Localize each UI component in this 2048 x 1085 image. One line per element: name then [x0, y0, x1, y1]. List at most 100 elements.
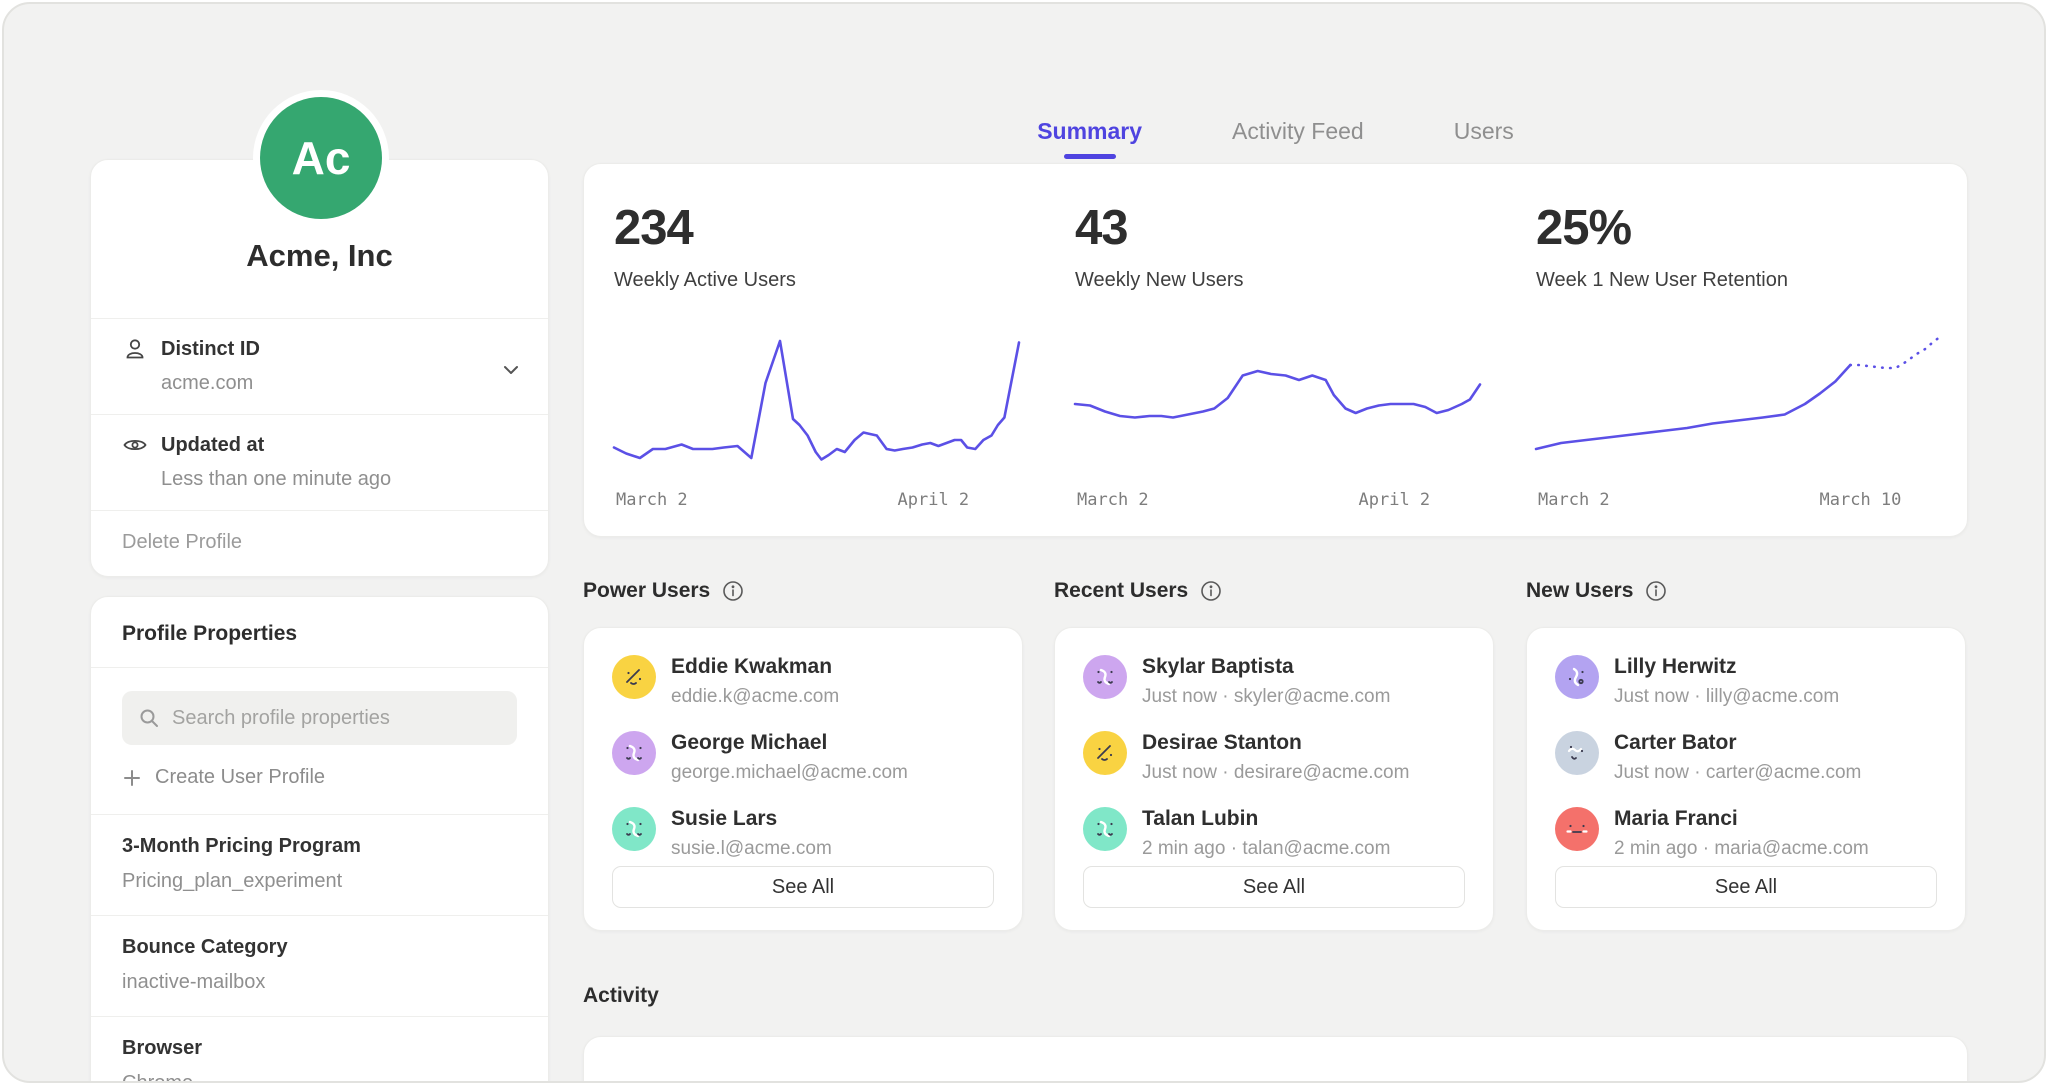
user-row[interactable]: Lilly Herwitz Just now · lilly@acme.com — [1555, 655, 1937, 708]
user-row[interactable]: George Michael george.michael@acme.com — [612, 731, 994, 784]
avatar — [1083, 807, 1127, 851]
stat-label: Weekly Active Users — [614, 269, 1045, 292]
profile-properties-title: Profile Properties — [91, 597, 548, 668]
user-row[interactable]: Eddie Kwakman eddie.k@acme.com — [612, 655, 994, 708]
user-name: Eddie Kwakman — [671, 655, 839, 679]
user-row[interactable]: Carter Bator Just now · carter@acme.com — [1555, 731, 1937, 784]
user-meta: 2 min ago · maria@acme.com — [1614, 838, 1869, 860]
search-input[interactable] — [172, 707, 501, 730]
x-tick: April 2 — [1359, 490, 1431, 510]
user-row[interactable]: Talan Lubin 2 min ago · talan@acme.com — [1083, 807, 1465, 860]
profile-properties-card: Profile Properties Create User Profile 3… — [90, 596, 549, 1083]
list-title: Power Users — [583, 579, 710, 603]
user-name: Lilly Herwitz — [1614, 655, 1839, 679]
recent-users-section: Recent Users Skylar Baptista Just now · … — [1054, 579, 1494, 931]
avatar-face-icon — [619, 814, 649, 844]
field-value: acme.com — [161, 372, 520, 395]
avatar — [1555, 807, 1599, 851]
user-meta: susie.l@acme.com — [671, 838, 832, 860]
activity-stat: 3.4k — [1506, 1037, 1967, 1083]
avatar — [1083, 655, 1127, 699]
avatar-face-icon — [1090, 738, 1120, 768]
avatar-face-icon — [1562, 662, 1592, 692]
x-tick: March 2 — [616, 490, 688, 510]
summary-stats-card: 234 Weekly Active Users March 2 April 2 … — [583, 163, 1968, 537]
company-avatar-initials: Ac — [260, 97, 382, 219]
user-row[interactable]: Susie Lars susie.l@acme.com — [612, 807, 994, 860]
user-name: Carter Bator — [1614, 731, 1861, 755]
activity-stat: 240 — [1045, 1037, 1506, 1083]
user-row[interactable]: Skylar Baptista Just now · skyler@acme.c… — [1083, 655, 1465, 708]
user-meta: eddie.k@acme.com — [671, 686, 839, 708]
field-value: Less than one minute ago — [161, 468, 520, 491]
avatar — [1555, 731, 1599, 775]
info-icon[interactable] — [1200, 580, 1222, 602]
property-item: 3-Month Pricing Program Pricing_plan_exp… — [91, 814, 548, 915]
chevron-down-icon[interactable] — [500, 359, 522, 381]
tab-users[interactable]: Users — [1454, 118, 1514, 159]
x-axis: March 2 April 2 — [1075, 490, 1480, 514]
stat-value: 240 — [1075, 1081, 1506, 1083]
see-all-button[interactable]: See All — [1083, 866, 1465, 908]
stat-value: 43 — [1075, 200, 1506, 256]
stat-week1-retention: 25% Week 1 New User Retention March 2 Ma… — [1506, 164, 1967, 536]
property-label: 3-Month Pricing Program — [122, 835, 517, 858]
user-meta: Just now · desirare@acme.com — [1142, 762, 1409, 784]
property-value: inactive-mailbox — [122, 971, 517, 994]
tab-label: Activity Feed — [1232, 118, 1364, 144]
see-all-button[interactable]: See All — [1555, 866, 1937, 908]
avatar-face-icon — [1090, 814, 1120, 844]
x-tick: March 2 — [1077, 490, 1149, 510]
user-name: Skylar Baptista — [1142, 655, 1390, 679]
avatar — [612, 807, 656, 851]
power-users-section: Power Users Eddie Kwakman eddie.k@acme.c… — [583, 579, 1023, 931]
create-user-profile-button[interactable]: Create User Profile — [122, 766, 517, 789]
tab-bar: Summary Activity Feed Users — [583, 118, 1968, 159]
new-users-section: New Users Lilly Herwitz Just now · lilly… — [1526, 579, 1966, 931]
eye-icon — [122, 432, 148, 458]
x-axis: March 2 April 2 — [614, 490, 1019, 514]
avatar-face-icon — [619, 662, 649, 692]
weekly-active-users-sparkline — [614, 326, 1019, 476]
property-label: Browser — [122, 1037, 517, 1060]
user-meta: Just now · skyler@acme.com — [1142, 686, 1390, 708]
tab-activity-feed[interactable]: Activity Feed — [1232, 118, 1364, 159]
user-row[interactable]: Desirae Stanton Just now · desirare@acme… — [1083, 731, 1465, 784]
user-meta: Just now · lilly@acme.com — [1614, 686, 1839, 708]
property-value: Pricing_plan_experiment — [122, 870, 517, 893]
weekly-new-users-sparkline — [1075, 326, 1480, 476]
user-meta: 2 min ago · talan@acme.com — [1142, 838, 1390, 860]
x-tick: March 10 — [1820, 490, 1902, 510]
delete-profile-button[interactable]: Delete Profile — [91, 510, 548, 576]
property-label: Bounce Category — [122, 936, 517, 959]
power-users-heading: Power Users — [583, 579, 1023, 603]
week1-retention-sparkline — [1536, 326, 1941, 476]
stat-value: 3.4k — [1536, 1081, 1967, 1083]
field-updated-at: Updated at Less than one minute ago — [91, 414, 548, 510]
user-name: Desirae Stanton — [1142, 731, 1409, 755]
new-users-heading: New Users — [1526, 579, 1966, 603]
user-name: Talan Lubin — [1142, 807, 1390, 831]
user-meta: george.michael@acme.com — [671, 762, 908, 784]
user-row[interactable]: Maria Franci 2 min ago · maria@acme.com — [1555, 807, 1937, 860]
stat-value: 234 — [614, 200, 1045, 256]
avatar-face-icon — [1090, 662, 1120, 692]
info-icon[interactable] — [722, 580, 744, 602]
person-icon — [122, 336, 148, 362]
info-icon[interactable] — [1645, 580, 1667, 602]
property-item: Browser Chrome — [91, 1016, 548, 1083]
avatar — [1083, 731, 1127, 775]
avatar — [612, 731, 656, 775]
user-name: George Michael — [671, 731, 908, 755]
profile-properties-search[interactable] — [122, 691, 517, 745]
avatar-face-icon — [1562, 738, 1592, 768]
new-users-card: Lilly Herwitz Just now · lilly@acme.com … — [1526, 627, 1966, 931]
stat-weekly-new-users: 43 Weekly New Users March 2 April 2 — [1045, 164, 1506, 536]
field-distinct-id: Distinct ID acme.com — [91, 318, 548, 414]
x-axis: March 2 March 10 — [1536, 490, 1941, 514]
tab-label: Users — [1454, 118, 1514, 144]
tab-summary[interactable]: Summary — [1037, 118, 1142, 159]
plus-icon — [122, 768, 142, 788]
activity-card: 234 240 3.4k — [583, 1036, 1968, 1083]
see-all-button[interactable]: See All — [612, 866, 994, 908]
